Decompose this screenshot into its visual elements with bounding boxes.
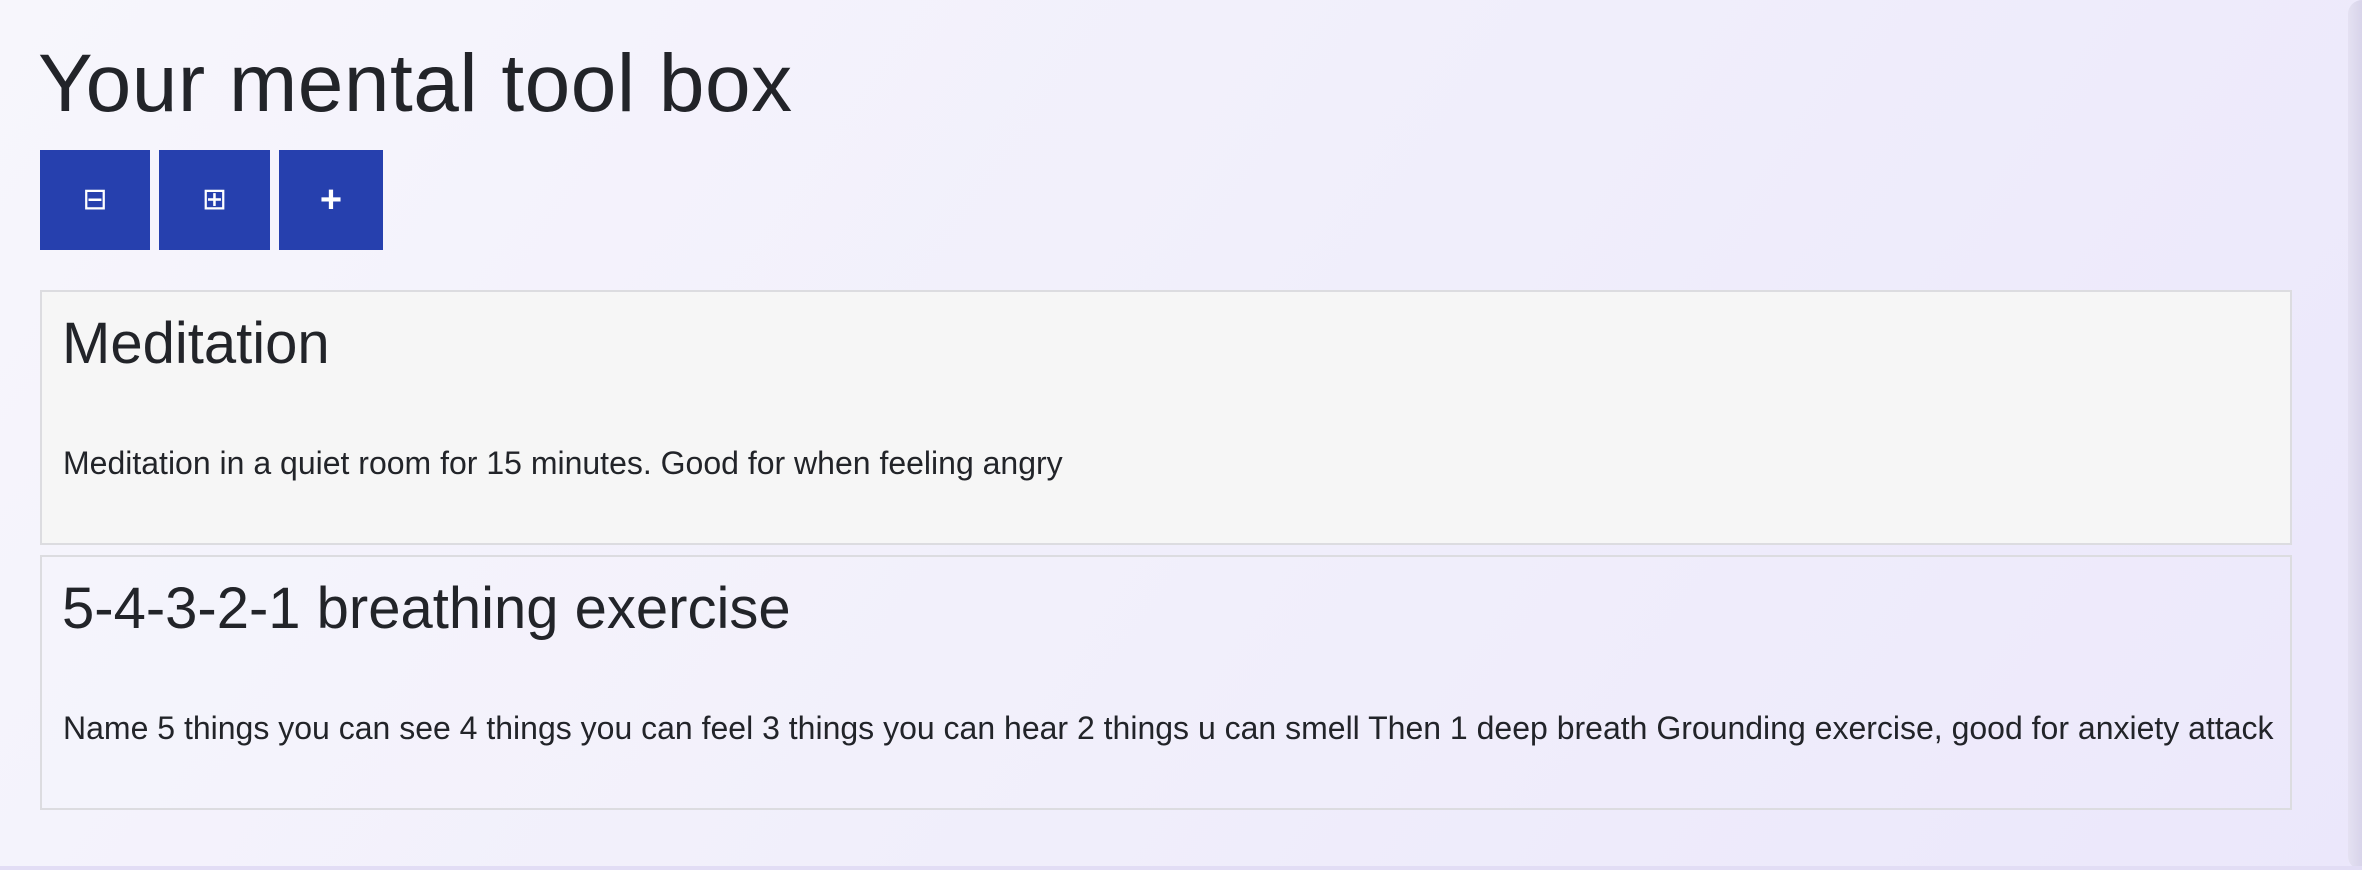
tool-card-title: Meditation bbox=[62, 311, 330, 376]
window-edge bbox=[2348, 0, 2362, 870]
tool-card-description: Meditation in a quiet room for 15 minute… bbox=[63, 445, 1063, 481]
tool-card[interactable]: Meditation Meditation in a quiet room fo… bbox=[40, 290, 2292, 545]
tool-card-description: Name 5 things you can see 4 things you c… bbox=[63, 710, 2274, 746]
tool-card-title: 5-4-3-2-1 breathing exercise bbox=[62, 576, 791, 641]
add-tool-button[interactable]: + bbox=[279, 150, 383, 250]
collapse-view-icon: ⊟ bbox=[82, 182, 108, 217]
add-icon: + bbox=[319, 179, 343, 221]
grid-view-icon: ⊞ bbox=[201, 182, 228, 217]
window-bottom-edge bbox=[0, 866, 2362, 870]
collapse-view-button[interactable]: ⊟ bbox=[40, 150, 150, 250]
page-title: Your mental tool box bbox=[38, 38, 793, 129]
tool-card[interactable]: 5-4-3-2-1 breathing exercise Name 5 thin… bbox=[40, 555, 2292, 810]
page: Your mental tool box ⊟ ⊞ + Meditation Me… bbox=[0, 0, 2349, 866]
grid-view-button[interactable]: ⊞ bbox=[159, 150, 270, 250]
